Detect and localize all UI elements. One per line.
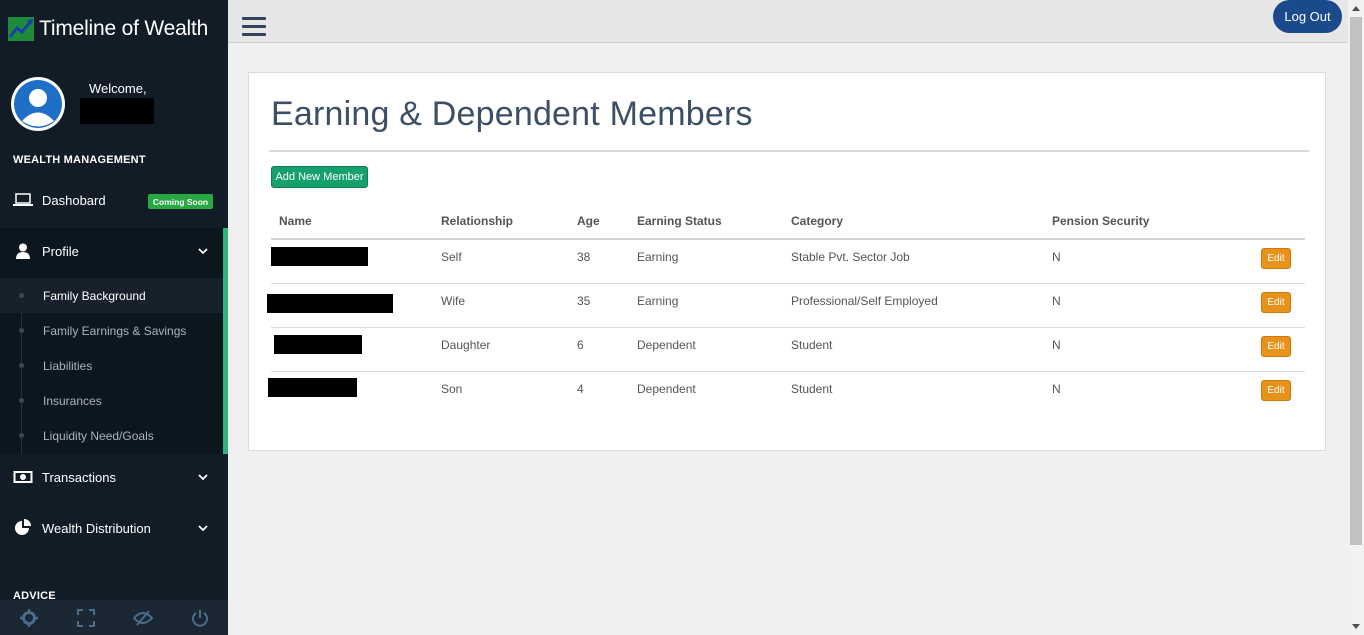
- cell-pension-security: N: [1052, 250, 1061, 264]
- cell-earning-status: Dependent: [637, 338, 696, 352]
- sidebar-item-label: Transactions: [42, 469, 116, 485]
- column-header-pension-security: Pension Security: [1052, 214, 1150, 228]
- sidebar-subitem-liquidity-goals[interactable]: Liquidity Need/Goals: [0, 418, 223, 453]
- cell-category: Stable Pvt. Sector Job: [791, 250, 910, 264]
- add-new-member-button[interactable]: Add New Member: [271, 166, 368, 188]
- chevron-down-icon: [198, 248, 208, 255]
- table-header-divider: [271, 238, 1305, 240]
- logout-button[interactable]: Log Out: [1273, 0, 1342, 33]
- cell-pension-security: N: [1052, 294, 1061, 308]
- sidebar-subitem-label: Family Background: [43, 288, 146, 303]
- row-divider: [271, 371, 1305, 372]
- redacted-name: [271, 247, 368, 266]
- cell-category: Student: [791, 382, 833, 396]
- chevron-down-icon: [198, 525, 208, 532]
- bullet-dot: [19, 293, 24, 298]
- page-title: Earning & Dependent Members: [271, 95, 753, 133]
- eye-slash-icon[interactable]: [128, 603, 158, 633]
- scrollbar[interactable]: [1348, 0, 1364, 635]
- section-wealth-management: WEALTH MANAGEMENT: [13, 154, 146, 166]
- redacted-username: [80, 98, 154, 124]
- sidebar-subitem-liabilities[interactable]: Liabilities: [0, 348, 223, 383]
- sidebar-item-profile[interactable]: Profile: [0, 228, 228, 274]
- sidebar-subitem-label: Liquidity Need/Goals: [43, 428, 154, 443]
- sidebar-item-label: Profile: [42, 243, 79, 259]
- cell-pension-security: N: [1052, 338, 1061, 352]
- cell-category: Student: [791, 338, 833, 352]
- cell-age: 4: [577, 382, 584, 396]
- cell-age: 38: [577, 250, 591, 264]
- cell-earning-status: Earning: [637, 250, 679, 264]
- row-divider: [271, 283, 1305, 284]
- avatar: [11, 77, 65, 131]
- cell-age: 35: [577, 294, 591, 308]
- scroll-up-arrow-icon[interactable]: [1352, 6, 1360, 11]
- coming-soon-badge: Coming Soon: [148, 194, 213, 209]
- redacted-name: [274, 335, 362, 354]
- cell-relationship: Self: [441, 250, 462, 264]
- column-header-relationship: Relationship: [441, 214, 514, 228]
- sidebar-item-label: Dashobard: [42, 192, 106, 208]
- sidebar-footer: [0, 600, 228, 635]
- edit-button[interactable]: Edit: [1261, 292, 1291, 313]
- scroll-thumb[interactable]: [1350, 17, 1362, 545]
- column-header-age: Age: [577, 214, 600, 228]
- sidebar-subitem-label: Family Earnings & Savings: [43, 323, 187, 338]
- bullet-dot: [19, 363, 24, 368]
- trend-chart-icon: [8, 17, 34, 41]
- row-divider: [271, 327, 1305, 328]
- cell-category: Professional/Self Employed: [791, 294, 938, 308]
- column-header-category: Category: [791, 214, 844, 228]
- redacted-name: [267, 294, 393, 313]
- scroll-down-arrow-icon[interactable]: [1352, 624, 1360, 629]
- sidebar-subitem-family-background[interactable]: Family Background: [0, 278, 223, 313]
- cell-age: 6: [577, 338, 584, 352]
- fullscreen-icon[interactable]: [71, 603, 101, 633]
- members-card: Earning & Dependent Members Add New Memb…: [248, 72, 1326, 451]
- laptop-icon: [12, 192, 34, 208]
- sidebar-subitem-label: Insurances: [43, 393, 102, 408]
- chevron-down-icon: [198, 474, 208, 481]
- cell-relationship: Son: [441, 382, 463, 396]
- sidebar-item-wealth-distribution[interactable]: Wealth Distribution: [0, 505, 228, 551]
- cell-earning-status: Earning: [637, 294, 679, 308]
- edit-button[interactable]: Edit: [1261, 336, 1291, 357]
- bullet-dot: [19, 328, 24, 333]
- gear-icon[interactable]: [14, 603, 44, 633]
- welcome-text: Welcome,: [89, 81, 147, 96]
- pie-chart-icon: [12, 519, 34, 536]
- edit-button[interactable]: Edit: [1261, 248, 1291, 269]
- column-header-name: Name: [279, 214, 312, 228]
- app-title: Timeline of Wealth: [39, 17, 209, 40]
- user-icon: [12, 243, 34, 259]
- cell-relationship: Wife: [441, 294, 465, 308]
- sidebar-subitem-family-earnings[interactable]: Family Earnings & Savings: [0, 313, 223, 348]
- column-header-earning-status: Earning Status: [637, 214, 722, 228]
- bullet-dot: [19, 398, 24, 403]
- sidebar-item-transactions[interactable]: Transactions: [0, 454, 228, 500]
- sidebar: Timeline of Wealth Welcome, WEALTH MANAG…: [0, 0, 228, 635]
- hamburger-menu-icon[interactable]: [242, 17, 266, 37]
- sidebar-subitem-insurances[interactable]: Insurances: [0, 383, 223, 418]
- sidebar-item-label: Wealth Distribution: [42, 520, 151, 536]
- cell-relationship: Daughter: [441, 338, 491, 352]
- cell-earning-status: Dependent: [637, 382, 696, 396]
- title-divider: [269, 150, 1309, 152]
- redacted-name: [268, 378, 357, 397]
- bullet-dot: [19, 433, 24, 438]
- brand[interactable]: Timeline of Wealth: [8, 15, 208, 43]
- edit-button[interactable]: Edit: [1261, 380, 1291, 401]
- sidebar-subitem-label: Liabilities: [43, 358, 93, 373]
- power-icon[interactable]: [185, 603, 215, 633]
- money-icon: [12, 469, 34, 485]
- topbar: [228, 0, 1348, 43]
- cell-pension-security: N: [1052, 382, 1061, 396]
